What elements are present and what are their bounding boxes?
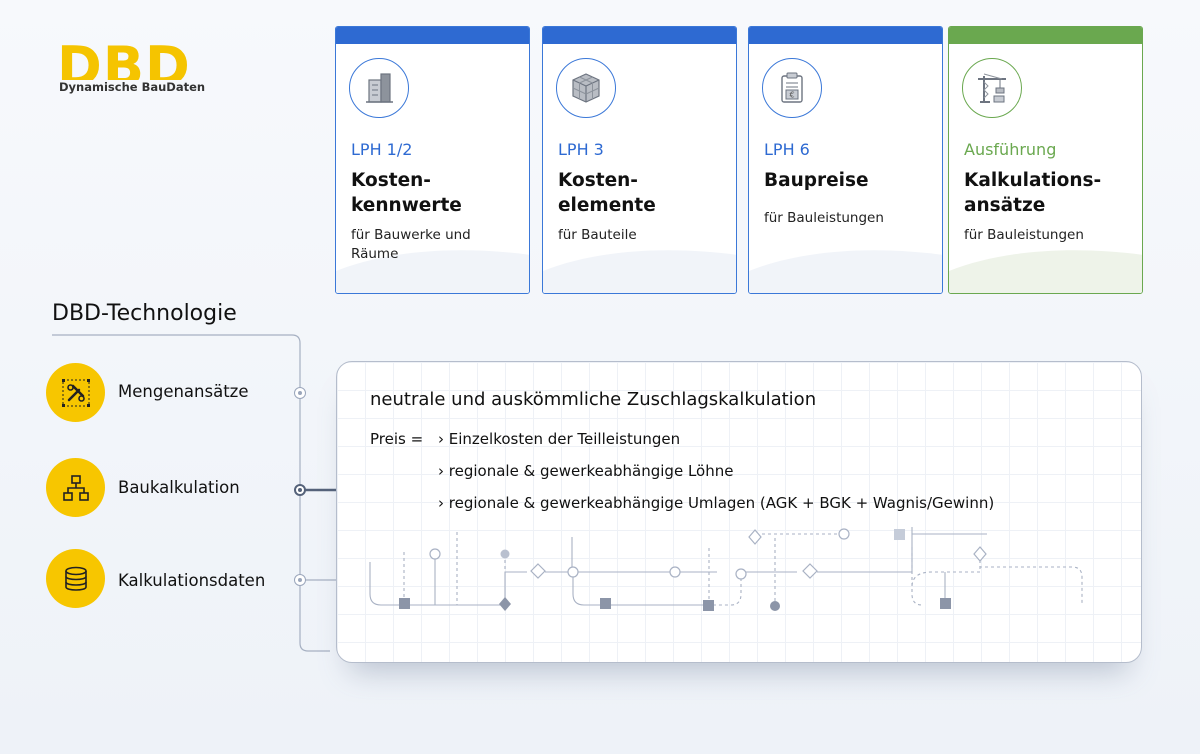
connector-node-active bbox=[294, 484, 306, 496]
hierarchy-icon bbox=[46, 458, 105, 517]
svg-text:€: € bbox=[789, 91, 794, 100]
connector-node bbox=[294, 387, 306, 399]
logo-subtitle: Dynamische BauDaten bbox=[59, 80, 206, 94]
card-title: Kosten- kennwerte bbox=[351, 170, 462, 216]
building-icon bbox=[349, 58, 409, 118]
connector-node bbox=[294, 574, 306, 586]
price-document-icon: € bbox=[762, 58, 822, 118]
dbd-logo: DBD Dynamische BauDaten bbox=[57, 40, 217, 100]
crane-icon bbox=[962, 58, 1022, 118]
card-title: Kalkulations- ansätze bbox=[964, 170, 1102, 216]
card-subtitle: für Bauwerke und Räume bbox=[351, 227, 471, 262]
item-label-kalkulationsdaten: Kalkulationsdaten bbox=[118, 571, 266, 590]
card-title: Kosten- elemente bbox=[558, 170, 656, 216]
calculation-panel: neutrale und auskömmliche Zuschlagskalku… bbox=[336, 361, 1142, 663]
cubes-icon bbox=[556, 58, 616, 118]
database-icon bbox=[46, 549, 105, 608]
card-subtitle: für Bauteile bbox=[558, 227, 637, 243]
item-label-mengenansaetze: Mengenansätze bbox=[118, 382, 249, 401]
card-lph-1-2: LPH 1/2 Kosten- kennwerte für Bauwerke u… bbox=[335, 26, 530, 294]
card-header-bar bbox=[336, 27, 529, 44]
card-subtitle: für Bauleistungen bbox=[964, 227, 1084, 243]
tools-icon bbox=[46, 363, 105, 422]
card-phase: Ausführung bbox=[964, 140, 1057, 159]
circuit-decoration bbox=[369, 527, 1083, 611]
card-phase: LPH 6 bbox=[764, 140, 810, 159]
card-lph-6: € LPH 6 Baupreise für Bauleistungen bbox=[748, 26, 943, 294]
technology-title: DBD-Technologie bbox=[52, 301, 237, 326]
card-header-bar bbox=[749, 27, 942, 44]
card-phase: LPH 1/2 bbox=[351, 140, 413, 159]
card-title: Baupreise bbox=[764, 170, 869, 191]
card-phase: LPH 3 bbox=[558, 140, 604, 159]
card-header-bar bbox=[543, 27, 736, 44]
item-label-baukalkulation: Baukalkulation bbox=[118, 478, 240, 497]
logo-mark: DBD bbox=[57, 40, 191, 80]
card-ausfuehrung: Ausführung Kalkulations- ansätze für Bau… bbox=[948, 26, 1143, 294]
card-wave bbox=[749, 250, 942, 293]
card-header-bar bbox=[949, 27, 1142, 44]
card-subtitle: für Bauleistungen bbox=[764, 210, 884, 226]
card-lph-3: LPH 3 Kosten- elemente für Bauteile bbox=[542, 26, 737, 294]
